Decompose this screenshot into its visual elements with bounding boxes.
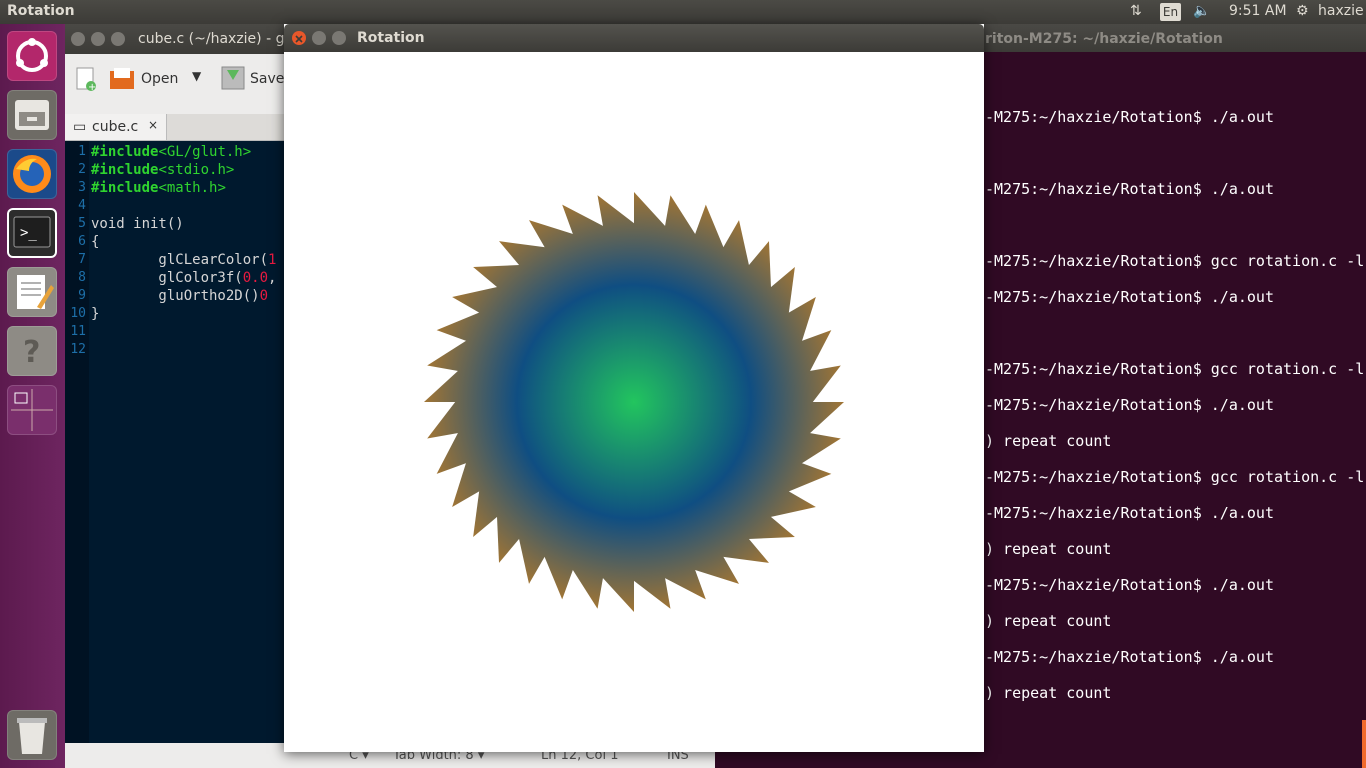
line-number: 8 (78, 270, 86, 285)
code-line: glColor3f(0.0, (91, 270, 277, 286)
close-button[interactable] (292, 31, 306, 45)
save-button[interactable]: Save (250, 71, 284, 87)
gedit-title: cube.c (~/haxzie) - ge (138, 31, 294, 47)
workspace-switcher-icon[interactable] (7, 385, 57, 435)
open-icon[interactable] (109, 66, 135, 96)
code-line: { (91, 234, 100, 250)
close-tab-icon[interactable]: × (148, 118, 158, 132)
ubuntu-dash-icon[interactable] (7, 31, 57, 81)
code-line: } (91, 306, 100, 322)
volume-icon[interactable]: 🔈 (1193, 3, 1210, 19)
maximize-button[interactable] (332, 31, 346, 45)
terminal-line: -M275:~/haxzie/Rotation$ ./a.out (985, 288, 1274, 306)
open-button[interactable]: Open (141, 71, 178, 87)
terminal-title: riton-M275: ~/haxzie/Rotation (985, 31, 1223, 47)
terminal-line: -M275:~/haxzie/Rotation$ ./a.out (985, 396, 1274, 414)
new-document-icon[interactable]: + (75, 66, 97, 96)
line-number: 4 (78, 198, 86, 213)
line-number: 1 (78, 144, 86, 159)
terminal-line: -M275:~/haxzie/Rotation$ gcc rotation.c … (985, 468, 1365, 486)
trash-icon[interactable] (7, 710, 57, 760)
code-line: #include<GL/glut.h> (91, 144, 252, 160)
keyboard-indicator[interactable]: En (1160, 3, 1181, 21)
line-number: 5 (78, 216, 86, 231)
document-icon: ▭ (73, 119, 87, 135)
tab-cube-c[interactable]: ▭ cube.c × (65, 114, 167, 140)
line-number: 3 (78, 180, 86, 195)
terminal-line: -M275:~/haxzie/Rotation$ ./a.out (985, 108, 1274, 126)
rotating-triangles (424, 192, 844, 612)
code-line: #include<stdio.h> (91, 162, 235, 178)
rotation-titlebar[interactable]: Rotation (284, 24, 984, 52)
open-dropdown-icon[interactable]: ▼ (192, 69, 201, 83)
code-line: gluOrtho2D()0 (91, 288, 269, 304)
opengl-canvas (424, 192, 844, 612)
text-editor-icon[interactable] (7, 267, 57, 317)
clock[interactable]: 9:51 AM (1229, 3, 1287, 19)
rotation-title: Rotation (357, 30, 425, 46)
terminal-line: -M275:~/haxzie/Rotation$ ./a.out (985, 504, 1274, 522)
terminal-line: -M275:~/haxzie/Rotation$ ./a.out (985, 180, 1274, 198)
terminal-scrollbar[interactable] (1362, 720, 1366, 768)
network-icon[interactable]: ⇅ (1130, 3, 1142, 19)
maximize-button[interactable] (111, 32, 125, 46)
minimize-button[interactable] (91, 32, 105, 46)
terminal-line: -M275:~/haxzie/Rotation$ ./a.out (985, 576, 1274, 594)
terminal-line: ) repeat count (985, 432, 1112, 450)
line-number: 11 (70, 324, 86, 339)
svg-text:+: + (88, 82, 96, 92)
top-panel: Rotation ⇅ En 🔈 9:51 AM ⚙ haxzie (0, 0, 1366, 24)
active-app-title: Rotation (7, 3, 75, 19)
terminal-line: ) repeat count (985, 612, 1112, 630)
files-icon[interactable] (7, 90, 57, 140)
terminal-line: -M275:~/haxzie/Rotation$ ./a.out (985, 648, 1274, 666)
code-line: void init() (91, 216, 184, 232)
terminal-line: -M275:~/haxzie/Rotation$ gcc rotation.c … (985, 252, 1365, 270)
close-button[interactable] (71, 32, 85, 46)
minimize-button[interactable] (312, 31, 326, 45)
code-line: #include<math.h> (91, 180, 226, 196)
help-icon[interactable]: ? (7, 326, 57, 376)
firefox-icon[interactable] (7, 149, 57, 199)
line-number: 2 (78, 162, 86, 177)
terminal-line: -M275:~/haxzie/Rotation$ gcc rotation.c … (985, 360, 1365, 378)
svg-text:?: ? (23, 335, 40, 370)
rotation-window: Rotation (284, 24, 984, 752)
settings-gear-icon[interactable]: ⚙ (1296, 3, 1309, 19)
line-number-gutter: 1 2 3 4 5 6 7 8 9 10 11 12 (65, 141, 89, 743)
user-name[interactable]: haxzie (1318, 3, 1364, 19)
tab-label: cube.c (92, 119, 139, 135)
launcher: >_ ? (0, 24, 65, 768)
terminal-line: ) repeat count (985, 684, 1112, 702)
save-icon[interactable] (221, 66, 245, 94)
line-number: 10 (70, 306, 86, 321)
line-number: 9 (78, 288, 86, 303)
line-number: 12 (70, 342, 86, 357)
terminal-line: ) repeat count (985, 540, 1112, 558)
code-line: glCLearColor(1 (91, 252, 277, 268)
svg-text:>_: >_ (20, 225, 37, 241)
line-number: 7 (78, 252, 86, 267)
terminal-icon[interactable]: >_ (7, 208, 57, 258)
line-number: 6 (78, 234, 86, 249)
